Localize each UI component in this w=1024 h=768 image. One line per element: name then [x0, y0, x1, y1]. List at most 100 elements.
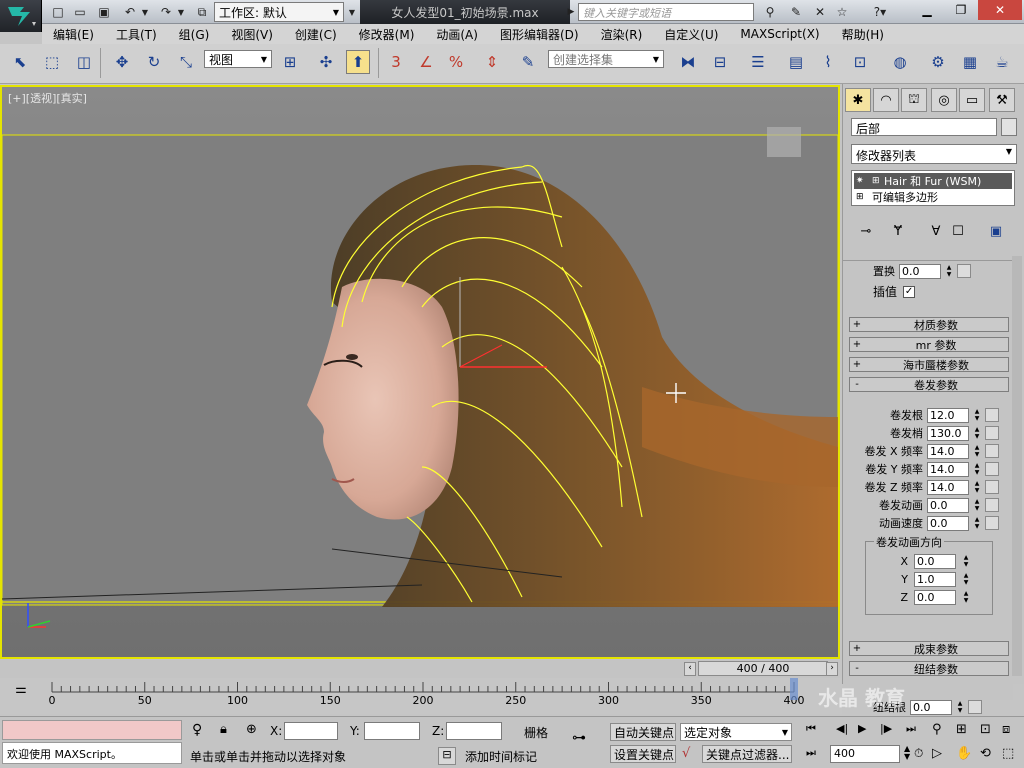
search-input[interactable]: 键入关键字或短语	[578, 3, 754, 21]
map-button[interactable]	[985, 462, 999, 476]
rollout-header-成束参数[interactable]: + 成束参数	[849, 641, 1009, 656]
time-tag-key-icon[interactable]: ⊶	[572, 730, 586, 746]
param-spinner[interactable]: 0.0	[927, 515, 969, 531]
param-spinner[interactable]: 12.0	[927, 407, 969, 423]
reference-coord-dropdown[interactable]: 视图 ▼	[204, 50, 272, 68]
param-spinner[interactable]: 14.0	[927, 479, 969, 495]
prev-key-icon[interactable]: ◀|	[836, 722, 848, 735]
go-to-start-icon[interactable]: ⏮	[806, 722, 816, 736]
param-spinner[interactable]: 0.0	[899, 263, 941, 279]
spinner-arrows-icon[interactable]: ▲ ▼	[962, 572, 970, 587]
menu-maxscript[interactable]: MAXScript(X)	[729, 27, 830, 41]
spinner-arrows-icon[interactable]: ▲ ▼	[973, 444, 981, 459]
curve-editor-icon[interactable]: ⌇	[816, 50, 840, 74]
favorites-star-icon[interactable]: ☆	[832, 3, 852, 21]
object-color-swatch[interactable]	[1001, 118, 1017, 136]
scale-icon[interactable]: ⤡	[174, 50, 198, 74]
track-bar[interactable]: ⚌ 0 50 100 150 200 250 300 350 400	[0, 678, 842, 714]
binoculars-icon[interactable]: ⚲	[760, 3, 780, 21]
param-spinner[interactable]: 130.0	[927, 425, 969, 441]
spinner-arrows-icon[interactable]: ▲ ▼	[962, 554, 970, 569]
remove-modifier-icon[interactable]: ☐	[947, 220, 969, 242]
orbit-icon[interactable]: ⟲	[980, 746, 991, 761]
rect-selection-icon[interactable]: ⬚	[40, 50, 64, 74]
lightbulb-icon[interactable]: ✷	[856, 176, 864, 186]
spinner-arrows-icon[interactable]: ▲ ▼	[956, 700, 964, 715]
menu-customize[interactable]: 自定义(U)	[653, 26, 729, 43]
pivot-center-icon[interactable]: ⊞	[278, 50, 302, 74]
minimize-icon[interactable]: ▁	[910, 0, 944, 20]
move-icon[interactable]: ✥	[110, 50, 134, 74]
spinner-arrows-icon[interactable]: ▲ ▼	[973, 462, 981, 477]
edit-named-selection-icon[interactable]: ✎	[516, 50, 540, 74]
perspective-viewport[interactable]: [+][透视][真实]	[0, 85, 840, 659]
select-object-icon[interactable]: ⬉	[8, 50, 32, 74]
current-frame-marker[interactable]	[790, 678, 798, 700]
make-unique-icon[interactable]: ∀	[925, 220, 947, 242]
x-coord-input[interactable]	[284, 722, 338, 740]
mirror-icon[interactable]: ⧓	[676, 50, 700, 74]
menu-group[interactable]: 组(G)	[168, 26, 221, 43]
key-filters-button[interactable]: 关键点过滤器...	[702, 745, 792, 763]
time-configuration-icon[interactable]: ⏱	[914, 746, 923, 761]
play-icon[interactable]: ▶	[858, 722, 866, 735]
new-file-icon[interactable]: □	[48, 3, 68, 21]
spinner-snap-icon[interactable]: ⇕	[480, 50, 504, 74]
viewcube-icon[interactable]	[767, 127, 801, 157]
title-dropdown-icon[interactable]: ▼	[346, 3, 358, 21]
named-selection-set-dropdown[interactable]: 创建选择集 ▼	[548, 50, 664, 68]
go-to-end-icon[interactable]: ⏭	[906, 722, 916, 736]
rollout-header-mr-参数[interactable]: + mr 参数	[849, 337, 1009, 352]
param-spinner[interactable]: 14.0	[927, 443, 969, 459]
spinner-arrows-icon[interactable]: ▲ ▼	[973, 426, 981, 441]
maxscript-listener-field[interactable]	[2, 720, 182, 740]
zoom-icon[interactable]: ⚲	[932, 722, 942, 737]
show-end-result-icon[interactable]: Ɏ	[887, 220, 909, 242]
next-frame-icon[interactable]: ›	[826, 662, 838, 676]
menu-create[interactable]: 创建(C)	[284, 26, 348, 43]
close-icon[interactable]: ✕	[978, 0, 1022, 20]
time-tag-icon[interactable]: ⊟	[438, 747, 456, 765]
maximize-viewport-icon[interactable]: ⬚	[1002, 746, 1014, 761]
expand-plus-icon[interactable]: ⊞	[856, 192, 864, 202]
menu-tools[interactable]: 工具(T)	[105, 26, 168, 43]
save-icon[interactable]: ▣	[94, 3, 114, 21]
zoom-extents-all-icon[interactable]: ⧈	[1002, 722, 1010, 737]
undo-icon[interactable]: ↶	[120, 3, 140, 21]
map-button[interactable]	[985, 408, 999, 422]
timeline-ruler[interactable]: 0 50 100 150 200 250 300 350 400	[44, 678, 834, 714]
utilities-tab-icon[interactable]: ⚒	[989, 88, 1015, 112]
lock-selection-icon[interactable]: 🔒︎	[220, 722, 227, 737]
add-time-tag-label[interactable]: 添加时间标记	[462, 747, 540, 765]
material-editor-icon[interactable]: ◍	[888, 50, 912, 74]
param-spinner[interactable]: 0.0	[914, 590, 956, 605]
y-coord-input[interactable]	[364, 722, 420, 740]
search-expand-icon[interactable]: ▶	[566, 3, 576, 21]
workspace-dropdown[interactable]: 工作区: 默认 ▼	[214, 2, 344, 22]
render-frame-window-icon[interactable]: ▦	[958, 50, 982, 74]
render-setup-icon[interactable]: ⚙	[926, 50, 950, 74]
menu-rendering[interactable]: 渲染(R)	[590, 26, 654, 43]
map-button[interactable]	[957, 264, 971, 278]
map-button[interactable]	[985, 426, 999, 440]
key-mode-dropdown[interactable]: 选定对象 ▼	[680, 723, 792, 741]
spinner-arrows-icon[interactable]: ▲ ▼	[962, 590, 970, 605]
spinner-arrows-icon[interactable]: ▲ ▼	[945, 264, 953, 279]
menu-animation[interactable]: 动画(A)	[425, 26, 489, 43]
display-tab-icon[interactable]: ▭	[959, 88, 985, 112]
pin-stack-icon[interactable]: ⊸	[855, 220, 877, 242]
prev-frame-icon[interactable]: ‹	[684, 662, 696, 676]
param-spinner[interactable]: 0.0	[927, 497, 969, 513]
rotate-icon[interactable]: ↻	[142, 50, 166, 74]
project-folder-icon[interactable]: ⧉	[192, 3, 212, 21]
layer-manager-icon[interactable]: ☰	[746, 50, 770, 74]
restore-icon[interactable]: ❐	[944, 0, 978, 20]
menu-views[interactable]: 视图(V)	[220, 26, 284, 43]
modify-tab-icon[interactable]: ◠	[873, 88, 899, 112]
param-spinner[interactable]: 14.0	[927, 461, 969, 477]
time-slider[interactable]: 400 / 400	[698, 661, 828, 676]
open-folder-icon[interactable]: ▭	[70, 3, 90, 21]
current-frame-input[interactable]: 400	[830, 745, 900, 763]
command-panel-scrollbar[interactable]	[1012, 256, 1022, 676]
spinner-arrows-icon[interactable]: ▲ ▼	[973, 516, 981, 531]
